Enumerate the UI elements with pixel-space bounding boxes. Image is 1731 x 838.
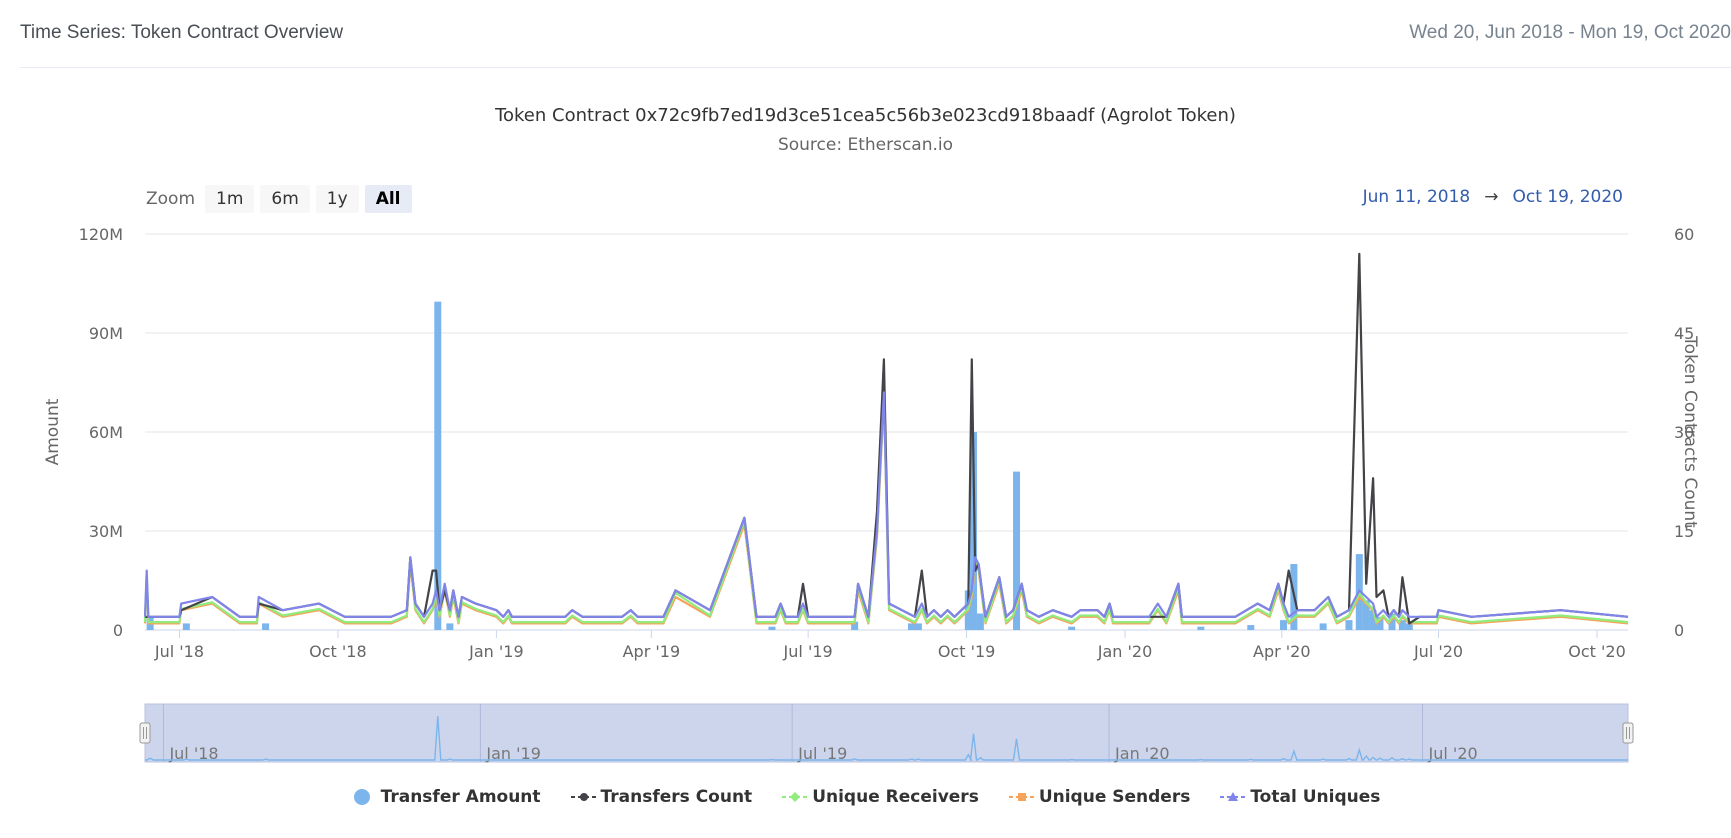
- y-axis-title-right: Token Contracts Count: [1680, 335, 1700, 528]
- legend-label: Unique Senders: [1038, 787, 1191, 807]
- x-tick-label: Oct '20: [1568, 642, 1626, 661]
- transfer-amount-bar: [976, 613, 984, 630]
- legend-total-uniques[interactable]: Total Uniques: [1220, 787, 1380, 807]
- navigator-mask: [144, 703, 1629, 763]
- y-tick-label-left: 30M: [89, 522, 123, 541]
- x-tick-label: Apr '20: [1253, 642, 1311, 661]
- legend: Transfer Amount Transfers Count Unique R…: [0, 787, 1731, 807]
- x-tick-label: Jul '19: [783, 642, 833, 661]
- y-tick-label-right: 0: [1674, 621, 1684, 640]
- legend-line-diamond-icon: [782, 788, 809, 806]
- total-uniques-line: [143, 391, 1629, 618]
- transfer-amount-bar: [768, 626, 776, 630]
- y-tick-label-right: 60: [1674, 225, 1694, 244]
- x-tick-label: Jul '20: [1413, 642, 1463, 661]
- navigator-handle-right[interactable]: [1622, 722, 1634, 744]
- transfer-amount-bar: [907, 623, 915, 630]
- y-tick-label-left: 120M: [79, 225, 123, 244]
- x-tick-label: Oct '18: [309, 642, 367, 661]
- y-axis-title-left: Amount: [43, 398, 63, 465]
- legend-label: Transfers Count: [600, 787, 753, 807]
- legend-unique-receivers[interactable]: Unique Receivers: [782, 787, 979, 807]
- transfer-amount-bar: [1280, 620, 1288, 630]
- x-tick-label: Oct '19: [938, 642, 996, 661]
- transfer-amount-bar: [262, 623, 270, 630]
- x-tick-label: Jul '18: [154, 642, 204, 661]
- transfer-amount-bar: [1197, 626, 1205, 630]
- x-tick-label: Apr '19: [623, 642, 681, 661]
- legend-line-circle-icon: [570, 788, 597, 806]
- legend-line-triangle-icon: [1220, 788, 1247, 806]
- legend-transfer-amount[interactable]: Transfer Amount: [351, 787, 541, 807]
- navigator-handle-left[interactable]: [139, 722, 151, 744]
- legend-label: Unique Receivers: [812, 787, 979, 807]
- transfers-count-line: [145, 252, 1629, 625]
- x-tick-label: Jan '19: [468, 642, 524, 661]
- y-tick-label-left: 90M: [89, 324, 123, 343]
- legend-label: Total Uniques: [1250, 787, 1381, 807]
- legend-label: Transfer Amount: [380, 787, 541, 807]
- legend-circle-icon: [351, 788, 373, 806]
- y-tick-label-left: 0: [113, 621, 123, 640]
- transfer-amount-bar: [446, 623, 454, 630]
- transfer-amount-bar: [914, 623, 922, 630]
- x-tick-label: Jan '20: [1097, 642, 1153, 661]
- transfer-amount-bar: [1319, 623, 1327, 630]
- transfer-amount-bar: [1345, 620, 1353, 630]
- legend-transfers-count[interactable]: Transfers Count: [570, 787, 753, 807]
- y-tick-label-left: 60M: [89, 423, 123, 442]
- legend-line-square-icon: [1008, 788, 1035, 806]
- chart-svg: 0 030M 1560M 3090M 45120M 60Amount Token Contr…: [43, 225, 1700, 763]
- legend-unique-senders[interactable]: Unique Senders: [1008, 787, 1191, 807]
- transfer-amount-bar: [1068, 626, 1076, 630]
- transfer-amount-bar: [1247, 625, 1255, 630]
- transfer-amount-bar: [182, 623, 190, 630]
